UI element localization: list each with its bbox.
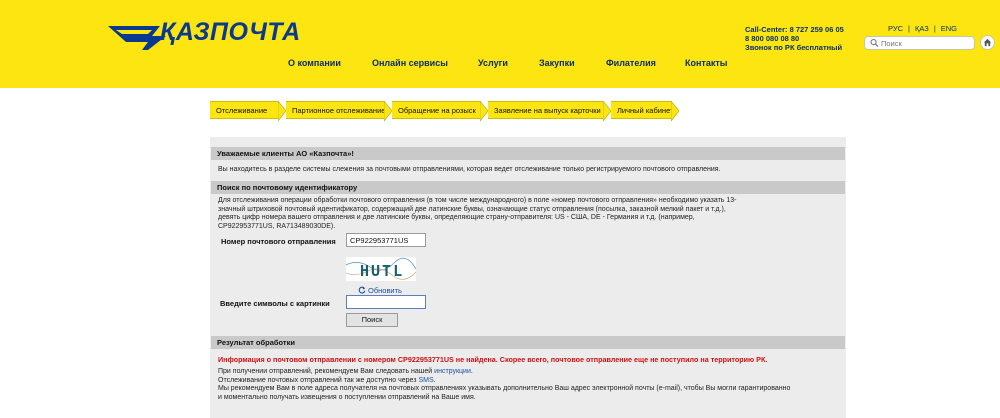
site-search-input[interactable] bbox=[879, 37, 971, 49]
call-center-note: Звонок по РК бесплатный bbox=[745, 43, 843, 52]
instructions-line: значный штриховой почтовый идентификатор… bbox=[218, 205, 726, 213]
tab-arrow-icon bbox=[384, 101, 392, 121]
welcome-heading: Уважаемые клиенты АО «Казпочта»! bbox=[211, 147, 845, 160]
tab-search-request[interactable]: Обращение на розыск bbox=[392, 101, 480, 119]
result-info-text: . bbox=[470, 368, 473, 375]
language-switcher: РУС | ҚАЗ | ENG bbox=[888, 24, 957, 33]
call-center-info: Call-Center: 8 727 259 06 05 8 800 080 0… bbox=[745, 25, 844, 52]
tab-personal-account-label: Личный кабинет bbox=[617, 106, 674, 115]
tab-arrow-icon bbox=[278, 101, 286, 121]
lang-en[interactable]: ENG bbox=[941, 24, 957, 33]
captcha-graphic: HUTL bbox=[345, 257, 417, 280]
captcha-refresh-label: Обновить bbox=[368, 286, 402, 295]
search-icon bbox=[870, 39, 879, 48]
lang-separator: | bbox=[908, 24, 910, 33]
result-info-line: и моментально получать извещения о посту… bbox=[218, 393, 476, 401]
call-center-phone-2: 8 800 080 08 80 bbox=[745, 34, 800, 43]
result-info-text: Отслеживание почтовых отправлений так же… bbox=[218, 376, 419, 384]
lang-separator: | bbox=[933, 24, 936, 33]
site-search bbox=[864, 36, 975, 50]
tracking-number-label: Номер почтового отправления bbox=[221, 237, 336, 246]
nav-procurement[interactable]: Закупки bbox=[539, 58, 575, 68]
result-info-line: Мы рекомендуем Вам в поле адреса получат… bbox=[218, 385, 791, 392]
tab-card-application[interactable]: Заявление на выпуск карточки bbox=[488, 101, 603, 119]
tab-batch-tracking-label: Партионное отслеживание bbox=[292, 106, 386, 115]
result-info-line: При получении отправлений, рекомендуем В… bbox=[218, 368, 843, 377]
lang-kz[interactable]: ҚАЗ bbox=[915, 24, 929, 33]
result-info: При получении отправлений, рекомендуем В… bbox=[218, 368, 843, 402]
result-info-text: . bbox=[433, 376, 436, 384]
nav-services[interactable]: Услуги bbox=[478, 58, 508, 68]
tab-search-request-label: Обращение на розыск bbox=[398, 106, 476, 115]
search-button[interactable]: Поиск bbox=[346, 313, 398, 327]
nav-philately[interactable]: Филателия bbox=[606, 58, 656, 68]
captcha-characters: HUTL bbox=[360, 262, 404, 280]
refresh-icon bbox=[358, 286, 366, 294]
result-info-line: Отслеживание почтовых отправлений так же… bbox=[218, 377, 843, 386]
instructions-line: Для отслеживания операции обработки почт… bbox=[218, 197, 737, 204]
tab-batch-tracking[interactable]: Партионное отслеживание bbox=[286, 101, 386, 119]
captcha-label: Введите символы с картинки bbox=[220, 299, 330, 308]
tab-tracking[interactable]: Отслеживание bbox=[210, 101, 278, 119]
main-nav: О компании Онлайн сервисы Услуги Закупки… bbox=[0, 58, 1000, 72]
call-center-phone-1: Call-Center: 8 727 259 06 05 bbox=[745, 25, 844, 34]
service-tabs: Отслеживание Партионное отслеживание Обр… bbox=[210, 101, 680, 121]
search-instructions: Для отслеживания операции обработки почт… bbox=[218, 197, 778, 231]
captcha-input[interactable] bbox=[346, 295, 426, 309]
result-section-heading: Результат обработки bbox=[211, 336, 845, 349]
result-info-text: При получении отправлений, рекомендуем В… bbox=[218, 368, 435, 375]
tracking-number-input[interactable] bbox=[346, 233, 426, 247]
captcha-refresh-link[interactable]: Обновить bbox=[358, 286, 402, 295]
tab-arrow-icon bbox=[603, 101, 611, 121]
home-icon bbox=[983, 38, 992, 47]
instructions-line: CP922953771US, RA713489030DE). bbox=[218, 222, 336, 230]
nav-about[interactable]: О компании bbox=[288, 58, 341, 68]
tab-arrow-icon bbox=[671, 101, 679, 121]
tab-personal-account[interactable]: Личный кабинет bbox=[611, 101, 674, 119]
lang-ru[interactable]: РУС bbox=[888, 24, 903, 33]
tab-tracking-label: Отслеживание bbox=[216, 106, 268, 115]
nav-online-services[interactable]: Онлайн сервисы bbox=[372, 58, 448, 68]
nav-contacts[interactable]: Контакты bbox=[685, 58, 727, 68]
instructions-link[interactable]: инструкции bbox=[434, 368, 471, 375]
tab-arrow-icon bbox=[480, 101, 488, 121]
tab-card-application-label: Заявление на выпуск карточки bbox=[494, 106, 601, 115]
site-header: ҚАЗПОЧТА О компании Онлайн сервисы Услуг… bbox=[0, 0, 1000, 88]
instructions-line: девять цифр номера вашего отправления и … bbox=[218, 214, 695, 221]
welcome-text: Вы находитесь в разделе системы слежения… bbox=[218, 166, 721, 173]
captcha-image: HUTL bbox=[345, 257, 417, 281]
sms-link[interactable]: SMS bbox=[418, 377, 433, 384]
search-section-heading: Поиск по почтовому идентификатору bbox=[211, 181, 845, 194]
home-button[interactable] bbox=[980, 35, 995, 50]
logo-text[interactable]: ҚАЗПОЧТА bbox=[160, 18, 301, 47]
result-error-message: Информация о почтовом отправлении с номе… bbox=[218, 355, 768, 364]
